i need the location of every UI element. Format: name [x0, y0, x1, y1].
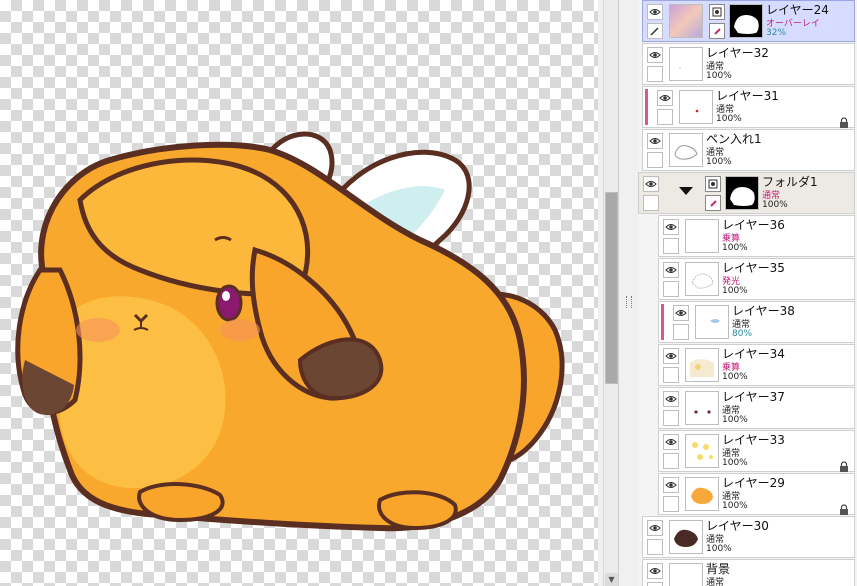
layer-opacity: 100% [722, 458, 748, 468]
layer-row-l35[interactable]: レイヤー35 発光 100% [658, 258, 855, 300]
eye-icon[interactable] [663, 434, 679, 450]
layer-row-l29[interactable]: レイヤー29 通常 100% [658, 473, 855, 515]
layer-row-bg[interactable]: 背景 通常 [642, 559, 855, 586]
layer-thumbnail [669, 563, 703, 586]
layer-opacity: 100% [722, 501, 748, 511]
layer-opacity: 100% [722, 415, 748, 425]
layer-checkbox[interactable] [663, 410, 679, 426]
layer-panel: レイヤー24 オーバーレイ 32% レイヤー32 通常 100% レイヤー31 通常 100% ペ… [638, 0, 857, 586]
layer-thumbnail [669, 4, 703, 38]
layer-thumbnail [695, 305, 729, 339]
layer-row-l30[interactable]: レイヤー30 通常 100% [642, 516, 855, 558]
eye-icon[interactable] [657, 90, 673, 106]
layer-checkbox[interactable] [673, 324, 689, 340]
layer-opacity: 100% [706, 544, 732, 554]
layer-opacity: 100% [716, 114, 742, 124]
layer-checkbox[interactable] [647, 152, 663, 168]
eye-icon[interactable] [647, 520, 663, 536]
layer-thumbnail [685, 348, 719, 382]
layer-checkbox[interactable] [647, 539, 663, 555]
layer-row-l36[interactable]: レイヤー36 乗算 100% [658, 215, 855, 257]
layer-row-l38[interactable]: レイヤー38 通常 80% [658, 301, 855, 343]
eye-icon[interactable] [647, 4, 663, 20]
eye-icon[interactable] [663, 262, 679, 278]
eye-icon[interactable] [643, 176, 659, 192]
layer-row-l33[interactable]: レイヤー33 通常 100% [658, 430, 855, 472]
layer-checkbox[interactable] [647, 66, 663, 82]
layer-checkbox[interactable] [663, 496, 679, 512]
eye-icon[interactable] [673, 305, 689, 321]
character-artwork [15, 131, 565, 532]
layer-opacity: 100% [722, 286, 748, 296]
canvas-vertical-scrollbar[interactable]: ▼ [603, 0, 619, 586]
layer-checkbox[interactable] [663, 238, 679, 254]
eye-icon[interactable] [647, 133, 663, 149]
layer-thumbnail [679, 90, 713, 124]
clipping-marker [645, 89, 648, 125]
layer-opacity: 100% [706, 71, 732, 81]
layer-row-l34[interactable]: レイヤー34 乗算 100% [658, 344, 855, 386]
layer-row-l24[interactable]: レイヤー24 オーバーレイ 32% [642, 0, 855, 42]
eye-icon[interactable] [663, 348, 679, 364]
mask-icon[interactable] [709, 4, 725, 20]
layer-thumbnail [729, 4, 763, 38]
layer-checkbox[interactable] [663, 367, 679, 383]
lock-icon[interactable] [839, 113, 849, 128]
eye-icon[interactable] [647, 563, 663, 579]
scrollbar-thumb[interactable] [605, 192, 618, 384]
layer-row-l32[interactable]: レイヤー32 通常 100% [642, 43, 855, 85]
layer-opacity: 80% [732, 329, 753, 339]
eye-icon[interactable] [663, 219, 679, 235]
layer-checkbox[interactable] [663, 281, 679, 297]
layer-thumbnail [685, 219, 719, 253]
clipping-marker [661, 304, 664, 340]
panel-splitter[interactable] [618, 0, 639, 586]
layer-row-folder1[interactable]: フォルダ1 通常 100% [638, 172, 855, 214]
eye-icon[interactable] [647, 47, 663, 63]
clip-icon[interactable] [709, 23, 725, 39]
layer-checkbox[interactable] [663, 453, 679, 469]
layer-opacity: 100% [706, 157, 732, 167]
layer-blend-mode: 通常 [706, 578, 725, 586]
layer-opacity: 100% [722, 243, 748, 253]
clip-icon[interactable] [705, 195, 721, 211]
lock-icon[interactable] [839, 457, 849, 472]
layer-thumbnail [685, 434, 719, 468]
pen-icon[interactable] [647, 23, 663, 39]
layer-thumbnail [685, 477, 719, 511]
layer-thumbnail [725, 176, 759, 210]
splitter-grip-icon[interactable] [626, 296, 632, 308]
layer-opacity: 100% [722, 372, 748, 382]
folder-expand-icon[interactable] [679, 187, 693, 195]
layer-checkbox[interactable] [657, 109, 673, 125]
layer-thumbnail [669, 47, 703, 81]
layer-opacity: 100% [762, 200, 788, 210]
scroll-down-arrow-icon[interactable]: ▼ [605, 573, 618, 586]
mask-icon[interactable] [705, 176, 721, 192]
layer-opacity: 32% [766, 28, 787, 38]
eye-icon[interactable] [663, 477, 679, 493]
lock-icon[interactable] [839, 500, 849, 515]
layer-row-pen1[interactable]: ペン入れ1 通常 100% [642, 129, 855, 171]
layer-checkbox[interactable] [643, 195, 659, 211]
layer-thumbnail [685, 391, 719, 425]
layer-thumbnail [669, 520, 703, 554]
drawing-canvas[interactable] [0, 0, 598, 586]
eye-icon[interactable] [663, 391, 679, 407]
layer-thumbnail [669, 133, 703, 167]
layer-row-l31[interactable]: レイヤー31 通常 100% [642, 86, 855, 128]
layer-row-l37[interactable]: レイヤー37 通常 100% [658, 387, 855, 429]
layer-checkbox[interactable] [647, 582, 663, 586]
layer-thumbnail [685, 262, 719, 296]
